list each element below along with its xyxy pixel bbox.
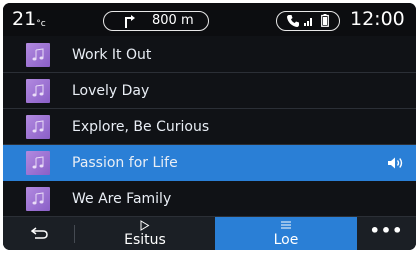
play-tab-label: Esitus — [124, 232, 166, 248]
list-item[interactable]: Work It Out — [3, 37, 416, 73]
more-icon: ••• — [369, 221, 404, 240]
clock: 12:00 — [350, 8, 405, 30]
track-list: Work It Out Lovely Day Explore, Be Curio… — [3, 37, 416, 217]
turn-right-icon — [125, 15, 135, 28]
connectivity-indicators[interactable] — [276, 11, 340, 31]
list-item[interactable]: Lovely Day — [3, 73, 416, 109]
list-tab-button[interactable]: Loe — [215, 217, 357, 250]
music-note-icon — [32, 84, 44, 97]
list-item[interactable]: We Are Family — [3, 181, 416, 217]
list-item[interactable]: Explore, Be Curious — [3, 109, 416, 145]
track-title: Work It Out — [72, 47, 152, 63]
media-screen: 21°c 800 m 12:00 Work It Out Lovely Day … — [3, 3, 416, 250]
play-tab-button[interactable]: Esitus — [75, 217, 215, 250]
track-title: Passion for Life — [72, 155, 178, 171]
bottom-toolbar: Esitus Loe ••• — [3, 217, 416, 250]
music-note-icon — [32, 48, 44, 61]
music-note-icon — [32, 156, 44, 169]
status-bar: 21°c 800 m 12:00 — [3, 3, 416, 36]
track-title: Lovely Day — [72, 83, 150, 99]
track-thumbnail — [26, 187, 50, 211]
more-button[interactable]: ••• — [357, 217, 416, 250]
temperature-unit: °c — [36, 19, 46, 29]
phone-icon — [287, 15, 299, 27]
back-button[interactable] — [3, 217, 74, 250]
navigation-instruction[interactable]: 800 m — [103, 11, 209, 31]
track-thumbnail — [26, 43, 50, 67]
outside-temperature: 21°c — [12, 8, 46, 30]
list-icon — [281, 221, 291, 229]
track-thumbnail — [26, 79, 50, 103]
navigation-distance: 800 m — [152, 13, 194, 28]
list-item-now-playing[interactable]: Passion for Life — [3, 145, 416, 181]
back-icon — [31, 227, 48, 239]
play-icon — [140, 220, 150, 231]
track-title: We Are Family — [72, 191, 172, 207]
speaker-icon — [388, 157, 403, 169]
track-thumbnail — [26, 115, 50, 139]
track-title: Explore, Be Curious — [72, 119, 210, 135]
signal-icon — [304, 18, 312, 26]
battery-icon — [321, 14, 329, 27]
track-thumbnail — [26, 151, 50, 175]
temperature-value: 21 — [12, 8, 37, 30]
music-note-icon — [32, 120, 44, 133]
music-note-icon — [32, 192, 44, 205]
list-tab-label: Loe — [273, 232, 299, 248]
